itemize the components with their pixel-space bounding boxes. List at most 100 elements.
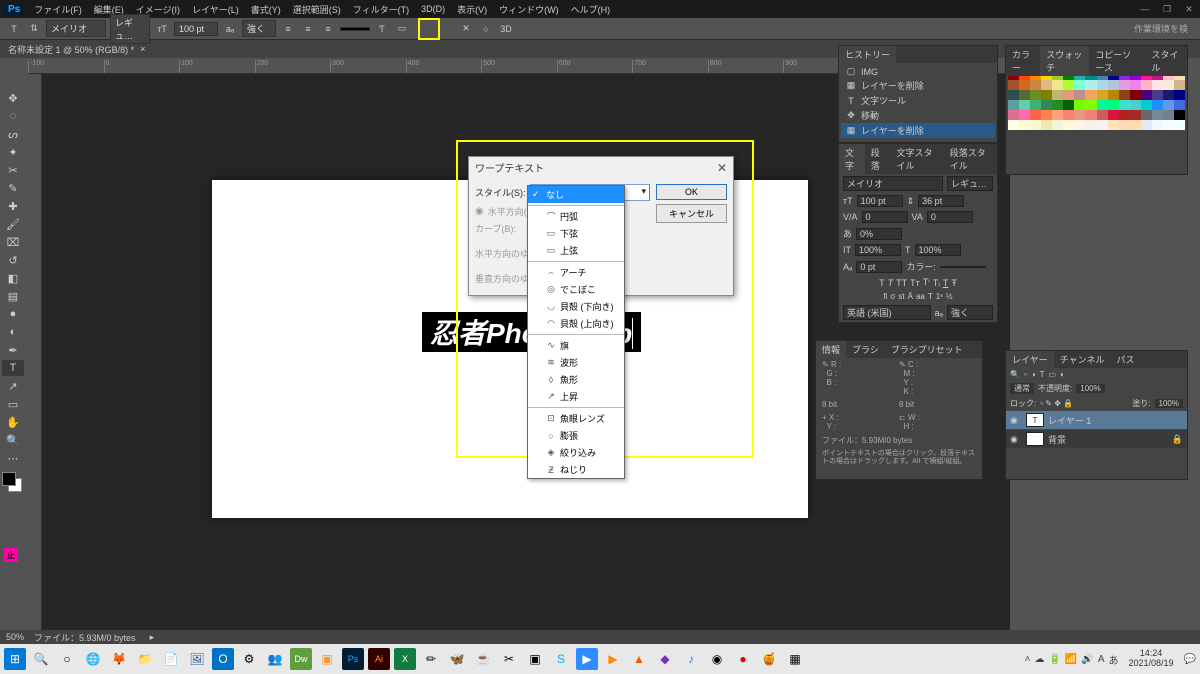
font-size-select[interactable]: 100 pt <box>174 22 218 36</box>
type-tool[interactable]: T <box>2 360 24 376</box>
blend-mode[interactable]: 通常 <box>1010 383 1034 394</box>
swatch[interactable] <box>1041 110 1052 120</box>
tab-copysrc[interactable]: コピーソース <box>1089 46 1145 76</box>
taskbar-app4-icon[interactable]: ✂ <box>498 648 520 670</box>
swatch[interactable] <box>1163 90 1174 100</box>
swatch[interactable] <box>1019 80 1030 90</box>
dd-wave[interactable]: ≋波形 <box>528 354 624 371</box>
sigma-icon[interactable]: σ <box>890 292 895 301</box>
shape-tool[interactable]: ▭ <box>2 396 24 412</box>
cancel-button[interactable]: キャンセル <box>656 204 727 223</box>
dialog-close-button[interactable]: ✕ <box>717 161 727 175</box>
char-size[interactable]: 100 pt <box>857 195 903 207</box>
zoom-tool[interactable]: 🔍 <box>2 432 24 448</box>
swatch[interactable] <box>1163 80 1174 90</box>
swatch[interactable] <box>1085 100 1096 110</box>
menu-filter[interactable]: フィルター(T) <box>347 3 415 16</box>
bold-icon[interactable]: T <box>879 278 885 288</box>
swatch[interactable] <box>1052 110 1063 120</box>
color-swatch[interactable] <box>2 472 24 498</box>
taskbar-settings-icon[interactable]: ⚙ <box>238 648 260 670</box>
char-scaleh[interactable]: 0% <box>856 228 902 240</box>
swatch[interactable] <box>1063 120 1074 130</box>
swatch[interactable] <box>1130 100 1141 110</box>
antialias-select[interactable]: 強く <box>242 20 276 37</box>
tab-charstyle[interactable]: 文字スタイル <box>891 144 944 174</box>
swatch[interactable] <box>1052 100 1063 110</box>
tray-notifications-icon[interactable]: 💬 <box>1184 654 1196 665</box>
move-tool[interactable]: ✥ <box>2 90 24 106</box>
clock[interactable]: 14:24 2021/08/19 <box>1123 649 1180 669</box>
taskbar-outlook-icon[interactable]: O <box>212 648 234 670</box>
char-va[interactable]: 0 <box>862 211 908 223</box>
swatch[interactable] <box>1174 100 1185 110</box>
swatch[interactable] <box>1008 100 1019 110</box>
swatch[interactable] <box>1130 120 1141 130</box>
char-aa[interactable]: 強く <box>947 305 993 320</box>
taskbar-chrome-icon[interactable]: 🌐 <box>82 648 104 670</box>
dd-fish[interactable]: ◊魚形 <box>528 371 624 388</box>
swatch[interactable] <box>1019 110 1030 120</box>
swatch[interactable] <box>1074 110 1085 120</box>
menu-window[interactable]: ウィンドウ(W) <box>493 3 565 16</box>
st-icon[interactable]: st <box>898 292 904 301</box>
dd-arch[interactable]: ⌢アーチ <box>528 264 624 281</box>
start-button[interactable]: ⊞ <box>4 648 26 670</box>
taskbar-teams-icon[interactable]: 👥 <box>264 648 286 670</box>
tray-ime-a-icon[interactable]: A <box>1098 654 1105 665</box>
align-right-icon[interactable]: ≡ <box>320 21 336 37</box>
swatch[interactable] <box>1108 120 1119 130</box>
swatch[interactable] <box>1097 100 1108 110</box>
swatch[interactable] <box>1008 90 1019 100</box>
taskbar-skype-icon[interactable]: S <box>550 648 572 670</box>
swatch[interactable] <box>1130 90 1141 100</box>
swatch[interactable] <box>1030 80 1041 90</box>
tab-para[interactable]: 段落 <box>865 144 891 174</box>
crop-tool[interactable]: ✂ <box>2 162 24 178</box>
char-font[interactable]: メイリオ <box>843 176 943 191</box>
swatch[interactable] <box>1052 80 1063 90</box>
menu-help[interactable]: ヘルプ(H) <box>565 3 617 16</box>
swatch[interactable] <box>1063 100 1074 110</box>
taskbar-explorer-icon[interactable]: 📁 <box>134 648 156 670</box>
fill-input[interactable]: 100% <box>1155 399 1183 408</box>
swatch[interactable] <box>1085 80 1096 90</box>
underline-icon[interactable]: T <box>943 278 949 288</box>
path-tool[interactable]: ↗ <box>2 378 24 394</box>
swatch[interactable] <box>1119 110 1130 120</box>
swatch[interactable] <box>1174 80 1185 90</box>
opacity-input[interactable]: 100% <box>1076 384 1104 393</box>
layer-row[interactable]: ◉ T レイヤー 1 <box>1006 411 1187 429</box>
italic-icon[interactable]: T <box>888 278 894 288</box>
char-vai[interactable]: 0 <box>927 211 973 223</box>
swatch[interactable] <box>1041 120 1052 130</box>
history-item[interactable]: ▦レイヤーを削除 <box>841 78 995 93</box>
taskbar-excel-icon[interactable]: X <box>394 648 416 670</box>
taskbar-music-icon[interactable]: ♪ <box>680 648 702 670</box>
layer-row[interactable]: ◉ 背景 🔒 <box>1006 430 1187 448</box>
font-style-select[interactable]: レギュ… <box>110 14 150 44</box>
swatch[interactable] <box>1063 110 1074 120</box>
swatch[interactable] <box>1108 80 1119 90</box>
taskbar-notepad-icon[interactable]: 📄 <box>160 648 182 670</box>
taskbar-sublime-icon[interactable]: ▣ <box>316 648 338 670</box>
swatch[interactable] <box>1041 100 1052 110</box>
char-style[interactable]: レギュ… <box>947 176 993 191</box>
menu-type[interactable]: 書式(Y) <box>245 3 287 16</box>
taskbar-obs-icon[interactable]: ▣ <box>524 648 546 670</box>
tray-wifi-icon[interactable]: 📶 <box>1065 654 1077 665</box>
commit-icon[interactable]: ○ <box>478 21 494 37</box>
char-w[interactable]: 100% <box>915 244 961 256</box>
tab-info[interactable]: 情報 <box>816 341 846 358</box>
dd-inflate[interactable]: ○膨張 <box>528 427 624 444</box>
taskbar-photos-icon[interactable]: 🖼 <box>186 648 208 670</box>
dd-rise[interactable]: ↗上昇 <box>528 388 624 405</box>
tab-swatch[interactable]: スウォッチ <box>1040 46 1089 76</box>
tab-char[interactable]: 文字 <box>839 144 865 174</box>
dd-arc-upper[interactable]: ▭上弦 <box>528 242 624 259</box>
tray-battery-icon[interactable]: 🔋 <box>1048 654 1060 665</box>
history-snapshot[interactable]: ▢IMG <box>841 65 995 78</box>
swatch[interactable] <box>1074 120 1085 130</box>
ok-button[interactable]: OK <box>656 184 727 200</box>
swatch[interactable] <box>1141 90 1152 100</box>
